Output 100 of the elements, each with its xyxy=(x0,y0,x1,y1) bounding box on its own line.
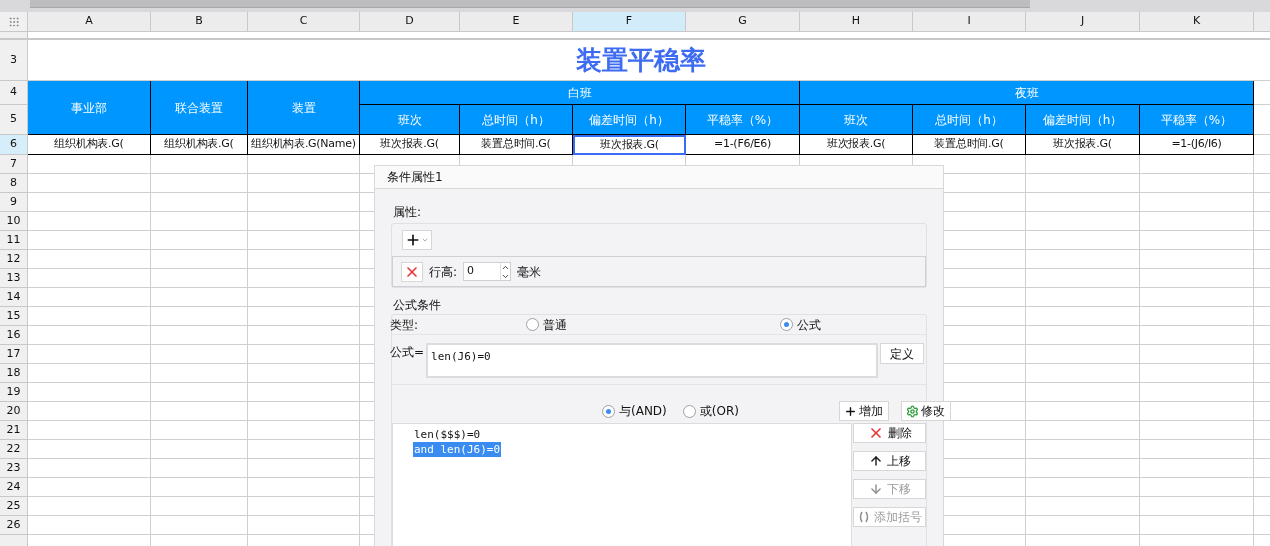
side-button[interactable]: 删除 xyxy=(853,423,926,443)
table-cell[interactable] xyxy=(151,497,248,516)
radio-button[interactable] xyxy=(682,404,696,418)
row-header[interactable]: 20 xyxy=(0,402,28,421)
table-cell[interactable] xyxy=(151,383,248,402)
table-cell[interactable] xyxy=(1026,421,1140,440)
table-cell[interactable] xyxy=(1026,478,1140,497)
row-header[interactable]: 23 xyxy=(0,459,28,478)
column-header[interactable]: J xyxy=(1026,12,1140,32)
table-cell[interactable] xyxy=(1026,193,1140,212)
table-cell[interactable] xyxy=(1026,288,1140,307)
row-header[interactable]: 10 xyxy=(0,212,28,231)
column-header[interactable]: F xyxy=(573,12,686,32)
row-header[interactable]: 21 xyxy=(0,421,28,440)
row-header[interactable]: 16 xyxy=(0,326,28,345)
table-cell[interactable] xyxy=(1026,250,1140,269)
row-header[interactable]: 19 xyxy=(0,383,28,402)
table-cell[interactable] xyxy=(28,364,151,383)
column-header[interactable]: H xyxy=(800,12,913,32)
number-spinner[interactable]: 0 xyxy=(463,262,512,281)
table-cell[interactable]: =1-(F6/E6) xyxy=(686,135,800,155)
row-header[interactable]: 22 xyxy=(0,440,28,459)
table-cell[interactable] xyxy=(1140,250,1254,269)
row-header[interactable]: 18 xyxy=(0,364,28,383)
table-cell[interactable]: 装置总时间.G( xyxy=(460,135,573,155)
table-cell[interactable] xyxy=(28,516,151,535)
table-cell[interactable] xyxy=(151,459,248,478)
table-cell[interactable] xyxy=(28,307,151,326)
table-cell[interactable] xyxy=(248,250,360,269)
table-cell[interactable]: 组织机构表.G(Name) xyxy=(248,135,360,155)
table-cell[interactable] xyxy=(151,326,248,345)
table-cell[interactable] xyxy=(1026,440,1140,459)
table-cell[interactable] xyxy=(248,212,360,231)
table-cell[interactable]: 装置总时间.G( xyxy=(913,135,1026,155)
radio-button[interactable] xyxy=(526,318,539,331)
table-cell[interactable] xyxy=(28,155,151,174)
table-cell[interactable]: 班次报表.G( xyxy=(1026,135,1140,155)
table-cell[interactable] xyxy=(1026,174,1140,193)
table-cell[interactable] xyxy=(151,478,248,497)
table-cell[interactable] xyxy=(28,193,151,212)
table-cell[interactable] xyxy=(151,307,248,326)
table-cell[interactable] xyxy=(1026,155,1140,174)
table-cell[interactable]: 班次报表.G( xyxy=(573,135,686,155)
table-cell[interactable] xyxy=(1026,269,1140,288)
row-header[interactable]: 9 xyxy=(0,193,28,212)
table-cell[interactable] xyxy=(1140,155,1254,174)
table-cell[interactable]: 班次报表.G( xyxy=(360,135,460,155)
column-header[interactable]: K xyxy=(1140,12,1254,32)
table-cell[interactable] xyxy=(151,250,248,269)
table-cell[interactable] xyxy=(28,269,151,288)
table-cell[interactable] xyxy=(151,212,248,231)
scrollbar[interactable] xyxy=(0,0,1270,12)
table-cell[interactable] xyxy=(1140,516,1254,535)
table-cell[interactable] xyxy=(248,155,360,174)
column-header[interactable]: C xyxy=(248,12,360,32)
table-cell[interactable] xyxy=(248,478,360,497)
table-cell[interactable] xyxy=(151,269,248,288)
table-cell[interactable] xyxy=(28,421,151,440)
condition-item[interactable]: len($$$)=0 xyxy=(413,427,482,442)
table-cell[interactable] xyxy=(1026,459,1140,478)
column-header[interactable]: A xyxy=(28,12,151,32)
formula-field[interactable]: len(J6)=0 xyxy=(426,343,879,378)
table-cell[interactable] xyxy=(248,440,360,459)
row-header[interactable]: 24 xyxy=(0,478,28,497)
table-cell[interactable] xyxy=(248,421,360,440)
row-header[interactable]: 26 xyxy=(0,516,28,535)
table-cell[interactable] xyxy=(1026,326,1140,345)
table-cell[interactable] xyxy=(1026,383,1140,402)
table-cell[interactable] xyxy=(1026,345,1140,364)
table-cell[interactable] xyxy=(1140,345,1254,364)
table-cell[interactable] xyxy=(248,231,360,250)
table-cell[interactable] xyxy=(151,231,248,250)
table-cell[interactable] xyxy=(1026,364,1140,383)
row-header[interactable]: 3 xyxy=(0,40,28,81)
table-cell[interactable] xyxy=(28,345,151,364)
table-cell[interactable] xyxy=(248,345,360,364)
radio-option[interactable]: 与(AND) xyxy=(602,402,667,420)
table-cell[interactable] xyxy=(1140,364,1254,383)
table-cell[interactable] xyxy=(248,307,360,326)
row-header[interactable]: 11 xyxy=(0,231,28,250)
row-header[interactable]: 7 xyxy=(0,155,28,174)
table-cell[interactable] xyxy=(248,364,360,383)
table-cell[interactable] xyxy=(1140,478,1254,497)
table-cell[interactable] xyxy=(1026,231,1140,250)
table-cell[interactable] xyxy=(248,459,360,478)
table-cell[interactable] xyxy=(28,231,151,250)
row-header[interactable]: 5 xyxy=(0,105,28,135)
table-cell[interactable] xyxy=(248,269,360,288)
row-header[interactable]: 25 xyxy=(0,497,28,516)
table-cell[interactable]: 组织机构表.G( xyxy=(151,135,248,155)
delete-button[interactable] xyxy=(401,261,423,282)
row-header[interactable]: 8 xyxy=(0,174,28,193)
table-cell[interactable] xyxy=(151,402,248,421)
table-cell[interactable] xyxy=(151,440,248,459)
table-cell[interactable] xyxy=(1026,497,1140,516)
table-cell[interactable] xyxy=(28,440,151,459)
column-header[interactable]: E xyxy=(460,12,573,32)
select-all-icon[interactable] xyxy=(7,15,20,28)
column-header[interactable]: I xyxy=(913,12,1026,32)
modify-button[interactable]: 修改 xyxy=(900,401,951,421)
